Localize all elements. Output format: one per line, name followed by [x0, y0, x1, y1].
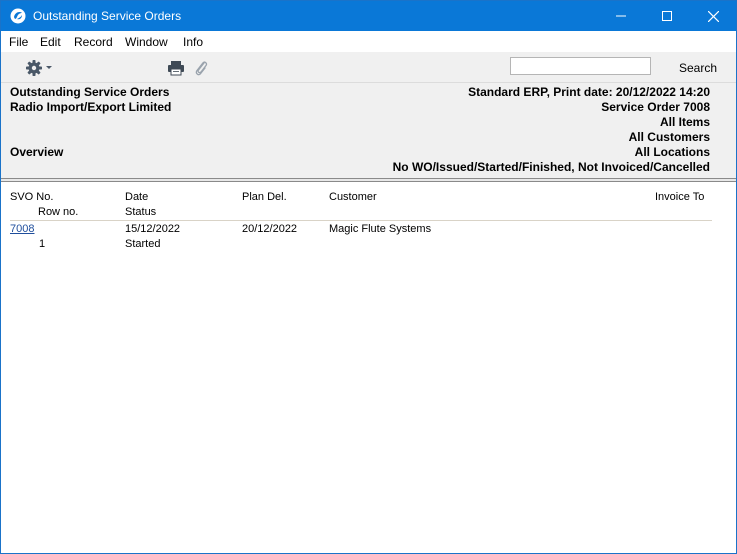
menu-record[interactable]: Record — [74, 35, 113, 49]
menu-edit[interactable]: Edit — [40, 35, 61, 49]
status-filter: No WO/Issued/Started/Finished, Not Invoi… — [392, 160, 710, 174]
menu-window[interactable]: Window — [125, 35, 168, 49]
attachment-icon[interactable] — [194, 59, 208, 77]
close-icon — [707, 10, 719, 22]
col-header-status: Status — [125, 206, 157, 218]
svo-number-link[interactable]: 7008 — [10, 223, 34, 235]
report-window: Outstanding Service Orders File Edit Rec… — [0, 0, 737, 554]
col-header-row-no: Row no. — [38, 206, 79, 218]
col-header-svo-no: SVO No. — [10, 191, 54, 203]
row-status: Started — [125, 238, 161, 250]
col-header-invoice-to: Invoice To — [655, 191, 705, 203]
report-header: Outstanding Service Orders Radio Import/… — [1, 83, 736, 178]
row-plan-del: 20/12/2022 — [242, 223, 298, 235]
report-title: Outstanding Service Orders — [10, 85, 170, 99]
col-header-date: Date — [125, 191, 149, 203]
app-logo-icon — [10, 8, 26, 24]
items-filter: All Items — [659, 115, 710, 129]
gear-menu-icon[interactable] — [25, 59, 55, 77]
toolbar: Search — [1, 52, 736, 83]
search-button[interactable]: Search — [679, 61, 717, 75]
customers-filter: All Customers — [628, 130, 710, 144]
print-icon[interactable] — [167, 60, 185, 76]
title-bar[interactable]: Outstanding Service Orders — [1, 1, 736, 31]
minimize-button[interactable] — [598, 1, 644, 31]
col-header-plan-del: Plan Del. — [242, 191, 287, 203]
col-header-customer: Customer — [329, 191, 377, 203]
menu-info[interactable]: Info — [183, 35, 203, 49]
menu-bar: File Edit Record Window Info — [1, 31, 736, 52]
close-button[interactable] — [690, 1, 736, 31]
row-line-number: 1 — [39, 238, 46, 250]
service-order-filter: Service Order 7008 — [601, 100, 710, 114]
maximize-button[interactable] — [644, 1, 690, 31]
minimize-icon — [616, 15, 626, 17]
window-title: Outstanding Service Orders — [33, 9, 182, 23]
row-customer: Magic Flute Systems — [329, 223, 432, 235]
maximize-icon — [662, 11, 672, 21]
report-body: SVO No. Date Plan Del. Customer Invoice … — [1, 182, 736, 553]
search-input[interactable] — [510, 57, 651, 75]
company-name: Radio Import/Export Limited — [10, 100, 172, 114]
report-section: Overview — [10, 145, 64, 159]
row-date: 15/12/2022 — [125, 223, 181, 235]
locations-filter: All Locations — [634, 145, 710, 159]
column-header-rule — [10, 220, 712, 221]
print-info: Standard ERP, Print date: 20/12/2022 14:… — [468, 85, 710, 99]
menu-file[interactable]: File — [9, 35, 28, 49]
